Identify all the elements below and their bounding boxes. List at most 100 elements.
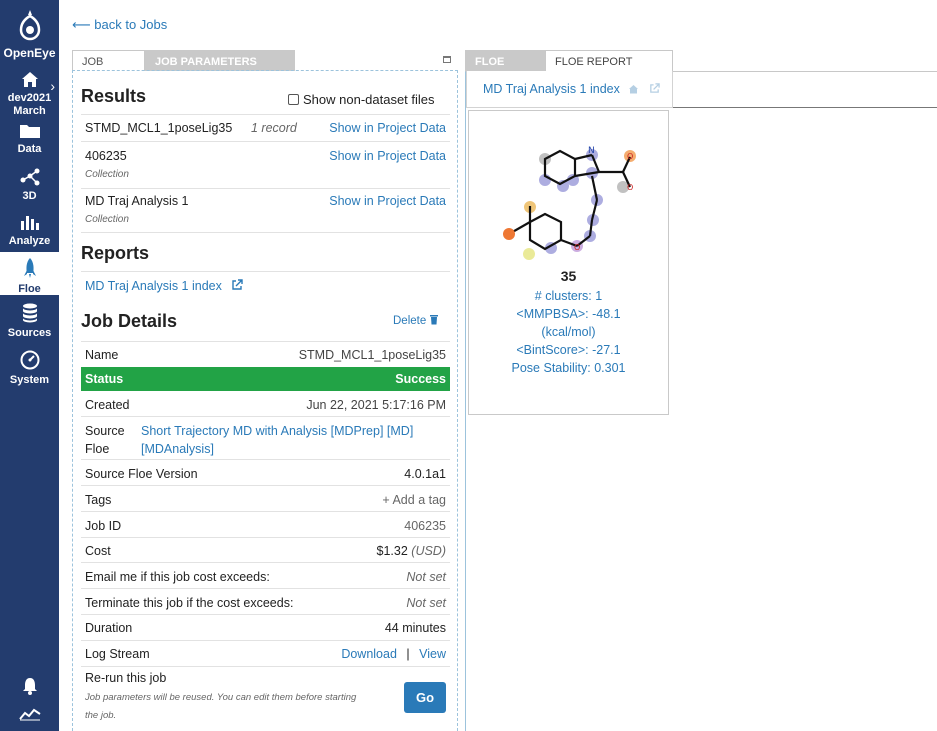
separator: | — [406, 647, 410, 661]
job-name-value: STMD_MCL1_1poseLig35 — [298, 348, 446, 362]
home-icon — [21, 72, 38, 87]
folder-icon — [19, 125, 40, 138]
subtab-underline — [673, 107, 937, 108]
show-in-project-data-link[interactable]: Show in Project Data — [329, 149, 446, 163]
go-button[interactable]: Go — [404, 682, 446, 713]
email-threshold-value[interactable]: Not set — [406, 570, 446, 584]
detail-label: Source — [85, 424, 125, 438]
delete-label: Delete — [393, 315, 427, 327]
status-row: Status Success — [81, 367, 450, 391]
left-nav: OpenEye dev2021 March › Data 3D Analyze — [0, 0, 59, 731]
detail-row-created: Created Jun 22, 2021 5:17:16 PM — [81, 391, 450, 417]
gauge-icon — [20, 350, 39, 370]
mmpbsa-label[interactable]: <MMPBSA>: -48.1 — [468, 307, 669, 321]
result-row: STMD_MCL1_1poseLig35 1 record Show in Pr… — [81, 114, 450, 142]
pose-stability-label[interactable]: Pose Stability: 0.301 — [468, 361, 669, 375]
log-view-link[interactable]: View — [419, 647, 446, 661]
result-row: MD Traj Analysis 1 Show in Project Data … — [81, 189, 450, 233]
show-non-dataset-checkbox[interactable]: Show non-dataset files — [288, 92, 435, 107]
checkbox-icon — [288, 94, 299, 105]
rerun-note: Job parameters will be reused. You can e… — [85, 692, 357, 703]
detail-label: Status — [85, 372, 124, 386]
nav-item-data[interactable]: Data — [0, 122, 59, 155]
chevron-right-icon[interactable]: › — [50, 78, 55, 94]
nav-item-system-label: System — [9, 374, 50, 386]
nav-item-sources[interactable]: Sources — [0, 303, 59, 339]
result-name: MD Traj Analysis 1 — [85, 194, 189, 208]
svg-text:N: N — [588, 146, 595, 156]
status-badge: Success — [395, 372, 446, 386]
back-to-jobs-link[interactable]: ⟵ back to Jobs — [72, 17, 167, 33]
right-tab-strip: FLOE FLOE REPORT — [465, 50, 673, 71]
created-value: Jun 22, 2021 5:17:16 PM — [306, 398, 446, 412]
show-in-project-data-link[interactable]: Show in Project Data — [329, 121, 446, 135]
nav-item-system[interactable]: System — [0, 350, 59, 386]
source-floe-link-cont[interactable]: [MDAnalysis] — [141, 442, 214, 456]
detail-label: Floe — [85, 442, 110, 456]
nav-item-3d[interactable]: 3D — [0, 168, 59, 202]
database-icon — [22, 303, 37, 323]
external-link-icon[interactable] — [649, 83, 660, 94]
notifications-button[interactable] — [0, 676, 59, 699]
detail-row-version: Source Floe Version 4.0.1a1 — [81, 460, 450, 486]
rerun-label: Re-run this job — [85, 671, 167, 685]
reports-heading: Reports — [81, 243, 150, 263]
trash-icon — [430, 315, 439, 325]
clusters-label[interactable]: # clusters: 1 — [468, 289, 669, 303]
left-tab-strip: JOB JOB PARAMETERS — [72, 50, 295, 71]
activity-button[interactable] — [0, 707, 59, 724]
report-row: MD Traj Analysis 1 index — [81, 271, 450, 299]
detail-row-duration: Duration 44 minutes — [81, 615, 450, 641]
nav-item-data-label: Data — [17, 143, 42, 155]
log-download-link[interactable]: Download — [341, 647, 397, 661]
tab-floe[interactable]: FLOE — [465, 50, 545, 71]
result-name: 406235 — [85, 149, 127, 163]
svg-text:O: O — [574, 243, 580, 252]
rocket-icon — [23, 258, 36, 278]
brand-label: OpenEye — [3, 46, 56, 60]
detail-label: Log Stream — [85, 647, 150, 661]
bintscore-label[interactable]: <BintScore>: -27.1 — [468, 343, 669, 357]
rerun-note-cont: the job. — [85, 710, 117, 721]
molecule-3d-icon — [20, 168, 39, 186]
report-subtab[interactable]: MD Traj Analysis 1 index — [466, 71, 673, 108]
show-in-project-data-link[interactable]: Show in Project Data — [329, 194, 446, 208]
arrow-left-icon: ⟵ — [72, 17, 91, 32]
nav-item-sources-label: Sources — [7, 327, 52, 339]
delete-job-button[interactable]: Delete — [393, 314, 439, 327]
source-floe-link[interactable]: Short Trajectory MD with Analysis [MDPre… — [141, 424, 413, 438]
detail-row-log-stream: Log Stream Download | View — [81, 641, 450, 667]
tab-floe-report[interactable]: FLOE REPORT — [545, 50, 673, 71]
job-id-value: 406235 — [404, 519, 446, 533]
ligand-number: 35 — [560, 268, 577, 284]
tab-job[interactable]: JOB — [72, 50, 145, 71]
external-link-icon — [232, 279, 244, 290]
terminate-threshold-value[interactable]: Not set — [406, 596, 446, 610]
results-heading: Results — [81, 86, 147, 106]
home-icon[interactable] — [628, 84, 639, 94]
detail-label: Cost — [85, 544, 111, 558]
detail-label: Created — [85, 398, 130, 412]
tab-job-parameters[interactable]: JOB PARAMETERS — [145, 50, 295, 71]
back-to-jobs-label: back to Jobs — [94, 17, 168, 32]
detail-label: Email me if this job cost exceeds: — [85, 570, 270, 584]
show-non-dataset-label: Show non-dataset files — [303, 92, 435, 107]
job-details-heading: Job Details — [81, 311, 178, 331]
svg-text:O: O — [627, 152, 633, 161]
report-link[interactable]: MD Traj Analysis 1 index — [85, 279, 244, 293]
project-name-line2: March — [13, 105, 46, 117]
nav-item-analyze-label: Analyze — [8, 235, 51, 247]
nav-item-floe[interactable]: Floe — [0, 252, 59, 295]
detail-label: Source Floe Version — [85, 467, 198, 481]
svg-text:O: O — [627, 183, 633, 192]
openeye-logo-icon[interactable] — [0, 8, 59, 49]
add-tag-button[interactable]: + Add a tag — [382, 493, 446, 507]
report-link-label: MD Traj Analysis 1 index — [85, 279, 222, 293]
detail-label: Tags — [85, 493, 112, 507]
molecule-structure-image: N O O O — [503, 146, 636, 260]
maximize-icon[interactable] — [443, 56, 451, 63]
nav-item-floe-label: Floe — [18, 283, 41, 295]
bell-icon — [22, 678, 37, 695]
detail-row-terminate-threshold: Terminate this job if the cost exceeds: … — [81, 589, 450, 615]
nav-item-analyze[interactable]: Analyze — [0, 213, 59, 247]
